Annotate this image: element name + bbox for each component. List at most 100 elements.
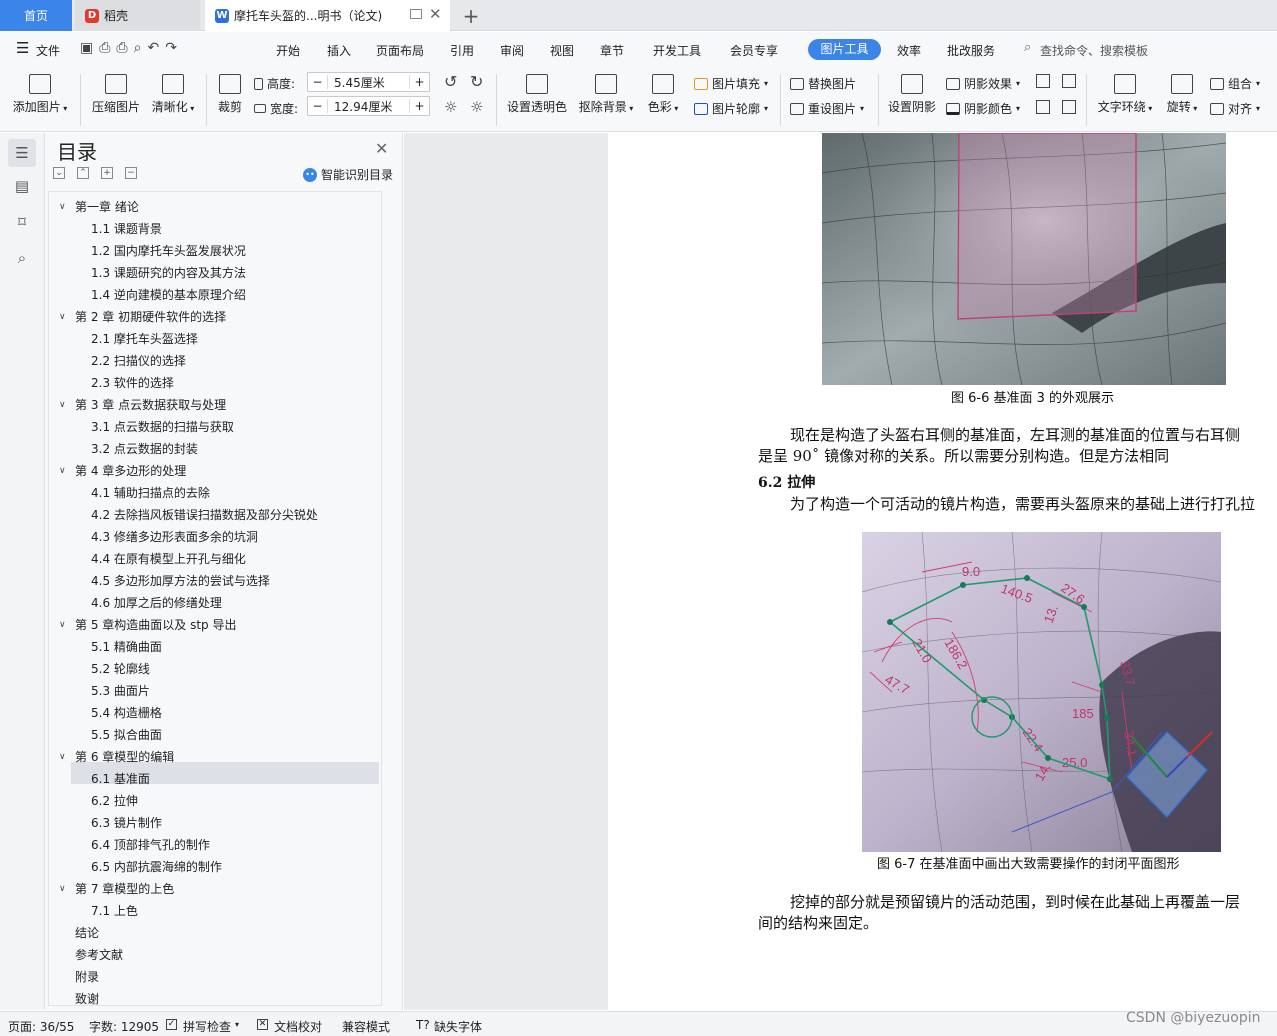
toc-section-item[interactable]: 7.1 上色 xyxy=(91,900,138,922)
toc-section-item[interactable]: 1.1 课题背景 xyxy=(91,218,162,240)
expand-arrow-icon[interactable]: ∨ xyxy=(59,306,66,328)
figure-6-7-image[interactable]: 9.0 27.6 140.5 13. 33.7 47.7 21.0 186.2 … xyxy=(862,532,1221,852)
toc-section-item[interactable]: 5.3 曲面片 xyxy=(91,680,150,702)
toc-section-item[interactable]: 1.2 国内摩托车头盔发展状况 xyxy=(91,240,246,262)
toc-section-item[interactable]: 1.3 课题研究的内容及其方法 xyxy=(91,262,246,284)
shadow-color-button[interactable]: 阴影颜色 ▾ xyxy=(946,100,1020,117)
remove-background-button[interactable]: 抠除背景 ▾ xyxy=(576,74,636,115)
bookmark-icon[interactable]: ⌑ xyxy=(12,212,32,232)
spell-check-button[interactable]: 拼写检查 xyxy=(183,1018,231,1035)
text-wrap-button[interactable]: 文字环绕 ▾ xyxy=(1094,74,1156,115)
window-icon[interactable] xyxy=(410,9,422,19)
expand-arrow-icon[interactable]: ∨ xyxy=(59,746,66,768)
toc-section-item[interactable]: 6.1 基准面 xyxy=(91,768,150,790)
toc-section-item[interactable]: 1.4 逆向建模的基本原理介绍 xyxy=(91,284,246,306)
remove-heading-icon[interactable]: − xyxy=(125,167,137,179)
height-input[interactable]: − 5.45厘米 + xyxy=(307,72,430,92)
expand-arrow-icon[interactable]: ∨ xyxy=(59,460,66,482)
reset-image-button[interactable]: 重设图片 ▾ xyxy=(790,100,864,117)
toc-section-item[interactable]: 4.4 在原有模型上开孔与细化 xyxy=(91,548,246,570)
hamburger-icon[interactable]: ☰ xyxy=(16,39,29,57)
toc-chapter-item[interactable]: ∨ 第 3 章 点云数据获取与处理 xyxy=(59,394,226,416)
height-decrease[interactable]: − xyxy=(308,75,328,89)
toc-section-item[interactable]: 4.5 多边形加厚方法的尝试与选择 xyxy=(91,570,270,592)
toc-section-item[interactable]: 5.2 轮廓线 xyxy=(91,658,150,680)
rotate-left-icon[interactable]: ↺ xyxy=(444,72,457,91)
menu-dev-tools[interactable]: 开发工具 xyxy=(653,42,701,59)
close-icon[interactable]: ✕ xyxy=(375,139,388,158)
menu-review-service[interactable]: 批改服务 xyxy=(947,42,995,59)
missing-font-button[interactable]: 缺失字体 xyxy=(434,1018,482,1035)
menu-member[interactable]: 会员专享 xyxy=(730,42,778,59)
toc-chapter-item[interactable]: 致谢 xyxy=(75,988,99,1005)
menu-view[interactable]: 视图 xyxy=(550,42,574,59)
shadow-down-icon[interactable] xyxy=(1062,74,1076,88)
menu-start[interactable]: 开始 xyxy=(276,42,300,59)
menu-references[interactable]: 引用 xyxy=(450,42,474,59)
toc-icon[interactable]: ☰ xyxy=(8,139,36,167)
toc-chapter-item[interactable]: ∨ 第 5 章构造曲面以及 stp 导出 xyxy=(59,614,236,636)
group-button[interactable]: 组合 ▾ xyxy=(1210,75,1260,92)
width-decrease[interactable]: − xyxy=(308,99,328,113)
toc-section-item[interactable]: 4.1 辅助扫描点的去除 xyxy=(91,482,210,504)
toc-chapter-item[interactable]: 结论 xyxy=(75,922,99,944)
compress-image-button[interactable]: 压缩图片 xyxy=(88,74,144,115)
width-value[interactable]: 12.94厘米 xyxy=(328,98,409,115)
expand-arrow-icon[interactable]: ∨ xyxy=(59,878,66,900)
toc-section-item[interactable]: 2.3 软件的选择 xyxy=(91,372,174,394)
find-icon[interactable]: ⌕ xyxy=(12,248,32,268)
new-tab-icon[interactable]: + xyxy=(458,0,484,31)
expand-arrow-icon[interactable]: ∨ xyxy=(59,614,66,636)
width-increase[interactable]: + xyxy=(409,99,429,113)
expand-arrow-icon[interactable]: ∨ xyxy=(59,196,66,218)
quick-access-icons[interactable]: ▣⎙⎙⌕↶↷ xyxy=(80,40,183,56)
toc-section-item[interactable]: 6.2 拉伸 xyxy=(91,790,138,812)
tab-home[interactable]: 首页 xyxy=(0,0,72,31)
page-indicator[interactable]: 页面: 36/55 xyxy=(8,1018,74,1035)
word-count[interactable]: 字数: 12905 xyxy=(89,1018,159,1035)
menu-layout[interactable]: 页面布局 xyxy=(376,42,424,59)
align-button[interactable]: 对齐 ▾ xyxy=(1210,100,1260,117)
toc-section-item[interactable]: 6.5 内部抗震海绵的制作 xyxy=(91,856,222,878)
width-input[interactable]: − 12.94厘米 + xyxy=(307,96,430,116)
toc-chapter-item[interactable]: 附录 xyxy=(75,966,99,988)
outline-panel-icon[interactable]: ▤ xyxy=(12,176,32,196)
toc-section-item[interactable]: 5.4 构造栅格 xyxy=(91,702,162,724)
toc-chapter-item[interactable]: ∨ 第 7 章模型的上色 xyxy=(59,878,174,900)
tab-document[interactable]: W 摩托车头盔的...明书（论文) ✕ xyxy=(205,0,450,31)
toc-section-item[interactable]: 4.6 加厚之后的修缮处理 xyxy=(91,592,222,614)
menu-efficiency[interactable]: 效率 xyxy=(897,42,921,59)
chevron-down-icon[interactable]: ▾ xyxy=(235,1020,239,1029)
height-increase[interactable]: + xyxy=(409,75,429,89)
toc-section-item[interactable]: 4.3 修缮多边形表面多余的坑洞 xyxy=(91,526,258,548)
menu-file[interactable]: 文件 xyxy=(36,42,60,59)
smart-toc-button[interactable]: •• 智能识别目录 xyxy=(303,166,393,183)
toc-chapter-item[interactable]: ∨ 第 4 章多边形的处理 xyxy=(59,460,186,482)
menu-insert[interactable]: 插入 xyxy=(327,42,351,59)
shadow-up-icon[interactable] xyxy=(1036,74,1050,88)
toc-chapter-item[interactable]: ∨ 第 6 章模型的编辑 xyxy=(59,746,174,768)
toc-chapter-item[interactable]: ∨ 第一章 绪论 xyxy=(59,196,139,218)
add-heading-icon[interactable]: + xyxy=(101,167,113,179)
toc-section-item[interactable]: 2.2 扫描仪的选择 xyxy=(91,350,186,372)
menu-picture-tools[interactable]: 图片工具 xyxy=(808,39,881,60)
height-value[interactable]: 5.45厘米 xyxy=(328,74,409,91)
brightness-icon[interactable]: ☼ xyxy=(444,98,457,116)
set-transparent-button[interactable]: 设置透明色 xyxy=(504,74,570,115)
menu-review[interactable]: 审阅 xyxy=(500,42,524,59)
crop-button[interactable]: 裁剪 xyxy=(212,74,248,115)
toc-section-item[interactable]: 3.2 点云数据的封装 xyxy=(91,438,198,460)
contrast-icon[interactable]: ☼ xyxy=(470,98,483,116)
figure-6-6-image[interactable] xyxy=(822,133,1226,385)
shadow-right-icon[interactable] xyxy=(1062,100,1076,114)
color-button[interactable]: 色彩 ▾ xyxy=(644,74,682,115)
set-shadow-button[interactable]: 设置阴影 xyxy=(886,74,938,115)
search-icon[interactable]: ⌕ xyxy=(1024,40,1031,55)
toc-section-item[interactable]: 2.1 摩托车头盔选择 xyxy=(91,328,198,350)
close-tab-icon[interactable]: ✕ xyxy=(429,5,442,23)
shadow-left-icon[interactable] xyxy=(1036,100,1050,114)
toc-section-item[interactable]: 6.3 镜片制作 xyxy=(91,812,162,834)
toc-section-item[interactable]: 3.1 点云数据的扫描与获取 xyxy=(91,416,234,438)
toc-section-item[interactable]: 5.5 拟合曲面 xyxy=(91,724,162,746)
toc-section-item[interactable]: 6.4 顶部排气孔的制作 xyxy=(91,834,210,856)
